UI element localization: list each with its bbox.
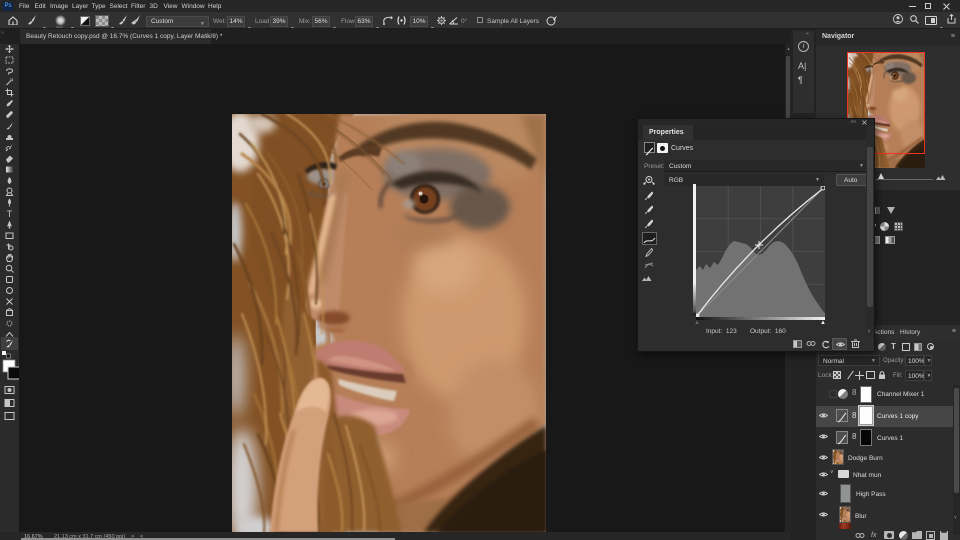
svg-text:T: T xyxy=(7,209,13,219)
